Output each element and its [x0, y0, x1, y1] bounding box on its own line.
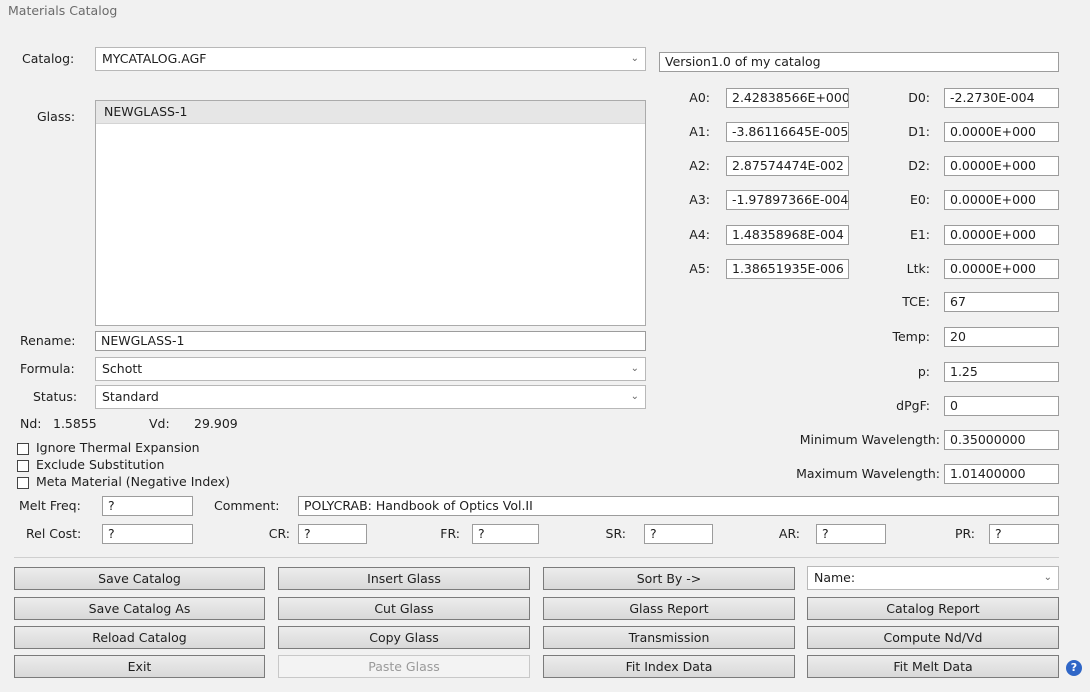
a2-label: A2:: [689, 158, 710, 173]
comment-field[interactable]: POLYCRAB: Handbook of Optics Vol.II: [298, 496, 1059, 516]
d1-field[interactable]: 0.0000E+000: [944, 122, 1059, 142]
rename-label: Rename:: [20, 333, 76, 348]
pr-label: PR:: [954, 526, 975, 541]
insert-glass-button[interactable]: Insert Glass: [278, 567, 530, 590]
meta-material-checkbox[interactable]: [17, 477, 29, 489]
a4-field[interactable]: 1.48358968E-004: [726, 225, 849, 245]
save-catalog-as-button[interactable]: Save Catalog As: [14, 597, 265, 620]
list-item[interactable]: NEWGLASS-1: [96, 101, 645, 124]
catalog-dropdown[interactable]: MYCATALOG.AGF ⌄: [95, 47, 646, 71]
a1-label: A1:: [689, 124, 710, 139]
separator: [14, 557, 1059, 558]
sr-field[interactable]: ?: [644, 524, 713, 544]
a5-label: A5:: [689, 261, 710, 276]
temp-label: Temp:: [892, 329, 930, 344]
melt-freq-field[interactable]: ?: [102, 496, 193, 516]
fr-label: FR:: [440, 526, 460, 541]
window-title: Materials Catalog: [8, 3, 118, 18]
save-catalog-button[interactable]: Save Catalog: [14, 567, 265, 590]
a3-label: A3:: [689, 192, 710, 207]
min-wavelength-field[interactable]: 0.35000000: [944, 430, 1059, 450]
help-icon[interactable]: ?: [1066, 660, 1082, 676]
vd-label: Vd:: [149, 416, 170, 431]
cut-glass-button[interactable]: Cut Glass: [278, 597, 530, 620]
ar-label: AR:: [778, 526, 800, 541]
d0-field[interactable]: -2.2730E-004: [944, 88, 1059, 108]
a2-field[interactable]: 2.87574474E-002: [726, 156, 849, 176]
a0-label: A0:: [689, 90, 710, 105]
formula-dropdown[interactable]: Schott ⌄: [95, 357, 646, 381]
formula-value: Schott: [102, 361, 143, 376]
melt-freq-label: Melt Freq:: [19, 498, 81, 513]
cr-field[interactable]: ?: [298, 524, 367, 544]
status-label: Status:: [33, 389, 78, 404]
nd-value: 1.5855: [53, 416, 97, 431]
a3-field[interactable]: -1.97897366E-004: [726, 190, 849, 210]
tce-label: TCE:: [902, 294, 930, 309]
rel-cost-field[interactable]: ?: [102, 524, 193, 544]
pr-field[interactable]: ?: [989, 524, 1059, 544]
a1-field[interactable]: -3.86116645E-005: [726, 122, 849, 142]
a0-field[interactable]: 2.42838566E+000: [726, 88, 849, 108]
cr-label: CR:: [268, 526, 290, 541]
e1-label: E1:: [909, 227, 930, 242]
d1-label: D1:: [908, 124, 930, 139]
chevron-down-icon: ⌄: [630, 391, 639, 402]
e1-field[interactable]: 0.0000E+000: [944, 225, 1059, 245]
chevron-down-icon: ⌄: [1043, 572, 1052, 583]
p-label: p:: [917, 364, 930, 379]
ar-field[interactable]: ?: [816, 524, 886, 544]
glass-label: Glass:: [37, 109, 76, 124]
status-dropdown[interactable]: Standard ⌄: [95, 385, 646, 409]
d0-label: D0:: [908, 90, 930, 105]
catalog-value: MYCATALOG.AGF: [102, 51, 207, 66]
transmission-button[interactable]: Transmission: [543, 626, 795, 649]
fr-field[interactable]: ?: [472, 524, 539, 544]
glass-report-button[interactable]: Glass Report: [543, 597, 795, 620]
exit-button[interactable]: Exit: [14, 655, 265, 678]
fit-index-data-button[interactable]: Fit Index Data: [543, 655, 795, 678]
dpgf-label: dPgF:: [896, 398, 930, 413]
meta-material-label: Meta Material (Negative Index): [36, 474, 231, 489]
nd-label: Nd:: [20, 416, 42, 431]
e0-label: E0:: [909, 192, 930, 207]
compute-nd-vd-button[interactable]: Compute Nd/Vd: [807, 626, 1059, 649]
min-wavelength-label: Minimum Wavelength:: [799, 432, 940, 447]
d2-field[interactable]: 0.0000E+000: [944, 156, 1059, 176]
ltk-label: Ltk:: [906, 261, 930, 276]
comment-label: Comment:: [214, 498, 280, 513]
glass-listbox[interactable]: NEWGLASS-1: [95, 100, 646, 326]
catalog-label: Catalog:: [22, 51, 75, 66]
ignore-thermal-checkbox[interactable]: [17, 443, 29, 455]
status-value: Standard: [102, 389, 159, 404]
chevron-down-icon: ⌄: [630, 363, 639, 374]
fit-melt-data-button[interactable]: Fit Melt Data: [807, 655, 1059, 678]
temp-field[interactable]: 20: [944, 327, 1059, 347]
catalog-description-field[interactable]: Version1.0 of my catalog: [659, 52, 1059, 72]
catalog-report-button[interactable]: Catalog Report: [807, 597, 1059, 620]
a4-label: A4:: [689, 227, 710, 242]
sort-by-value: Name:: [814, 570, 856, 585]
sort-by-dropdown[interactable]: Name: ⌄: [807, 566, 1059, 590]
d2-label: D2:: [908, 158, 930, 173]
exclude-substitution-checkbox[interactable]: [17, 460, 29, 472]
max-wavelength-label: Maximum Wavelength:: [796, 466, 940, 481]
max-wavelength-field[interactable]: 1.01400000: [944, 464, 1059, 484]
e0-field[interactable]: 0.0000E+000: [944, 190, 1059, 210]
paste-glass-button[interactable]: Paste Glass: [278, 655, 530, 678]
tce-field[interactable]: 67: [944, 292, 1059, 312]
dpgf-field[interactable]: 0: [944, 396, 1059, 416]
p-field[interactable]: 1.25: [944, 362, 1059, 382]
formula-label: Formula:: [20, 361, 75, 376]
rename-field[interactable]: NEWGLASS-1: [95, 331, 646, 351]
ltk-field[interactable]: 0.0000E+000: [944, 259, 1059, 279]
sort-by-button[interactable]: Sort By ->: [543, 567, 795, 590]
a5-field[interactable]: 1.38651935E-006: [726, 259, 849, 279]
copy-glass-button[interactable]: Copy Glass: [278, 626, 530, 649]
vd-value: 29.909: [194, 416, 238, 431]
chevron-down-icon: ⌄: [630, 53, 639, 64]
reload-catalog-button[interactable]: Reload Catalog: [14, 626, 265, 649]
rel-cost-label: Rel Cost:: [26, 526, 82, 541]
sr-label: SR:: [605, 526, 626, 541]
